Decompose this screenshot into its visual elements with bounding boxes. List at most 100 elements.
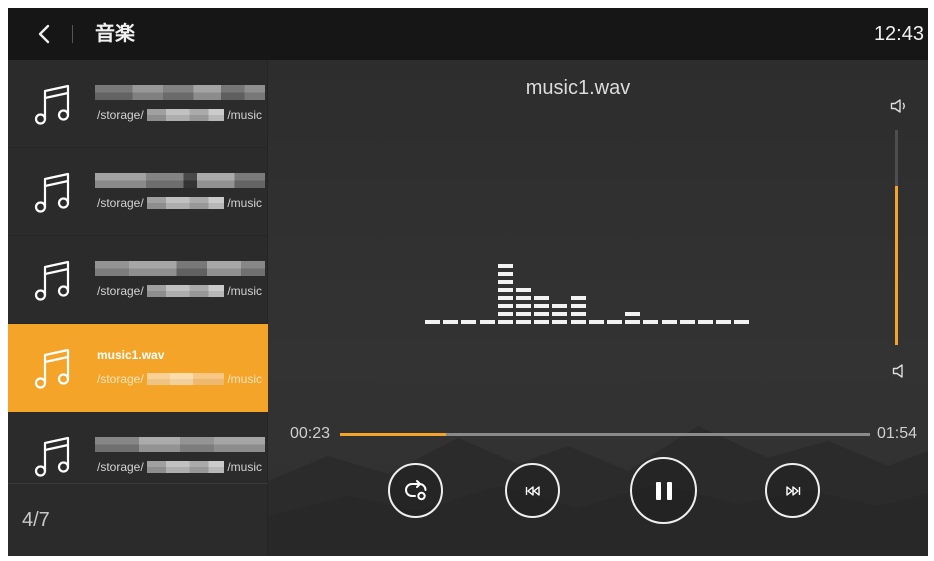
playlist-position: 4/7 bbox=[22, 509, 50, 531]
track-path: /storage/ /music bbox=[97, 108, 262, 122]
playlist-sidebar: /storage/ /music /storage/ /music /stora… bbox=[8, 60, 268, 556]
music-note-icon bbox=[34, 348, 70, 389]
playlist-item-active[interactable]: music1.wav /storage/ /music bbox=[8, 324, 268, 412]
equalizer-segment bbox=[734, 320, 750, 324]
path-prefix: /storage/ bbox=[97, 460, 144, 474]
equalizer-segment bbox=[497, 296, 513, 300]
obscured-path-segment bbox=[146, 373, 225, 385]
equalizer-segment bbox=[497, 320, 513, 324]
track-path: /storage/ /music bbox=[97, 460, 262, 474]
equalizer-segment bbox=[552, 304, 568, 308]
track-name: music1.wav bbox=[97, 348, 165, 362]
seek-progress-fill bbox=[340, 433, 446, 436]
previous-button[interactable] bbox=[505, 463, 560, 518]
equalizer-segment bbox=[534, 312, 550, 316]
music-note-icon bbox=[34, 172, 70, 213]
pause-icon bbox=[655, 481, 672, 500]
volume-slider[interactable] bbox=[895, 130, 898, 345]
playlist-item[interactable]: /storage/ /music bbox=[8, 412, 268, 483]
obscured-path-segment bbox=[146, 197, 225, 209]
equalizer-segment bbox=[497, 264, 513, 268]
chevron-left-icon bbox=[38, 24, 50, 44]
path-prefix: /storage/ bbox=[97, 372, 144, 386]
now-playing-title: music1.wav bbox=[525, 77, 631, 99]
equalizer-segment bbox=[588, 320, 604, 324]
equalizer-segment bbox=[716, 320, 732, 324]
next-button[interactable] bbox=[765, 463, 820, 518]
playlist-item[interactable]: /storage/ /music bbox=[8, 236, 268, 324]
equalizer-segment bbox=[570, 312, 586, 316]
path-suffix: /music bbox=[227, 108, 262, 122]
equalizer-segment bbox=[516, 320, 531, 324]
equalizer-segment bbox=[516, 312, 531, 316]
track-path: /storage/ /music bbox=[97, 372, 262, 386]
equalizer-segment bbox=[625, 312, 641, 316]
path-suffix: /music bbox=[227, 460, 262, 474]
back-button[interactable] bbox=[28, 16, 60, 52]
obscured-track-title bbox=[95, 261, 265, 276]
equalizer-segment bbox=[497, 288, 513, 292]
equalizer-segment bbox=[661, 320, 677, 324]
path-prefix: /storage/ bbox=[97, 196, 144, 210]
track-path: /storage/ /music bbox=[97, 284, 262, 298]
music-note-icon bbox=[34, 436, 70, 477]
top-bar: 音楽 12:43 bbox=[8, 8, 928, 60]
equalizer-segment bbox=[625, 320, 641, 324]
volume-icon[interactable] bbox=[890, 99, 908, 113]
equalizer-segment bbox=[516, 296, 531, 300]
equalizer-segment bbox=[516, 288, 531, 292]
skip-previous-icon bbox=[525, 485, 540, 496]
path-prefix: /storage/ bbox=[97, 108, 144, 122]
obscured-path-segment bbox=[146, 461, 225, 473]
obscured-path-segment bbox=[146, 285, 225, 297]
equalizer-segment bbox=[461, 320, 477, 324]
equalizer-segment bbox=[570, 320, 586, 324]
equalizer-segment bbox=[534, 320, 550, 324]
obscured-track-title bbox=[95, 85, 265, 100]
playlist-footer: 4/7 bbox=[8, 483, 268, 556]
seek-bar[interactable] bbox=[340, 428, 870, 442]
equalizer-segment bbox=[643, 320, 659, 324]
equalizer-segment bbox=[497, 312, 513, 316]
equalizer-segment bbox=[497, 304, 513, 308]
repeat-button[interactable] bbox=[388, 463, 443, 518]
equalizer-segment bbox=[425, 320, 440, 324]
equalizer-segment bbox=[534, 304, 550, 308]
equalizer-segment bbox=[607, 320, 622, 324]
equalizer-segment bbox=[570, 296, 586, 300]
equalizer-segment bbox=[497, 272, 513, 276]
path-suffix: /music bbox=[227, 372, 262, 386]
equalizer-visualizer bbox=[425, 264, 755, 324]
music-note-icon bbox=[34, 84, 70, 125]
equalizer-segment bbox=[443, 320, 459, 324]
equalizer-segment bbox=[552, 312, 568, 316]
equalizer-segment bbox=[570, 304, 586, 308]
clock: 12:43 bbox=[873, 23, 924, 45]
equalizer-segment bbox=[497, 280, 513, 284]
equalizer-segment bbox=[534, 296, 550, 300]
playlist: /storage/ /music /storage/ /music /stora… bbox=[8, 60, 268, 483]
path-suffix: /music bbox=[227, 284, 262, 298]
path-suffix: /music bbox=[227, 196, 262, 210]
music-player-screen: 音楽 12:43 /storage/ /music /storage/ /mus… bbox=[8, 8, 928, 556]
equalizer-segment bbox=[552, 320, 568, 324]
elapsed-time: 00:23 bbox=[290, 425, 331, 442]
page-title: 音楽 bbox=[95, 23, 135, 45]
equalizer-segment bbox=[516, 304, 531, 308]
background-mountains bbox=[268, 426, 928, 556]
path-prefix: /storage/ bbox=[97, 284, 144, 298]
now-playing-panel: music1.wav 00:23 01:54 bbox=[268, 60, 928, 556]
equalizer-segment bbox=[479, 320, 495, 324]
obscured-track-title bbox=[95, 437, 265, 452]
top-bar-divider bbox=[72, 25, 73, 43]
equalizer-segment bbox=[679, 320, 695, 324]
playlist-item[interactable]: /storage/ /music bbox=[8, 148, 268, 236]
pause-button[interactable] bbox=[630, 457, 697, 524]
track-duration: 01:54 bbox=[877, 425, 918, 442]
obscured-path-segment bbox=[146, 109, 225, 121]
playlist-item[interactable]: /storage/ /music bbox=[8, 60, 268, 148]
skip-next-icon bbox=[785, 485, 800, 496]
obscured-track-title bbox=[95, 173, 265, 188]
track-path: /storage/ /music bbox=[97, 196, 262, 210]
volume-low-icon[interactable] bbox=[892, 364, 904, 378]
